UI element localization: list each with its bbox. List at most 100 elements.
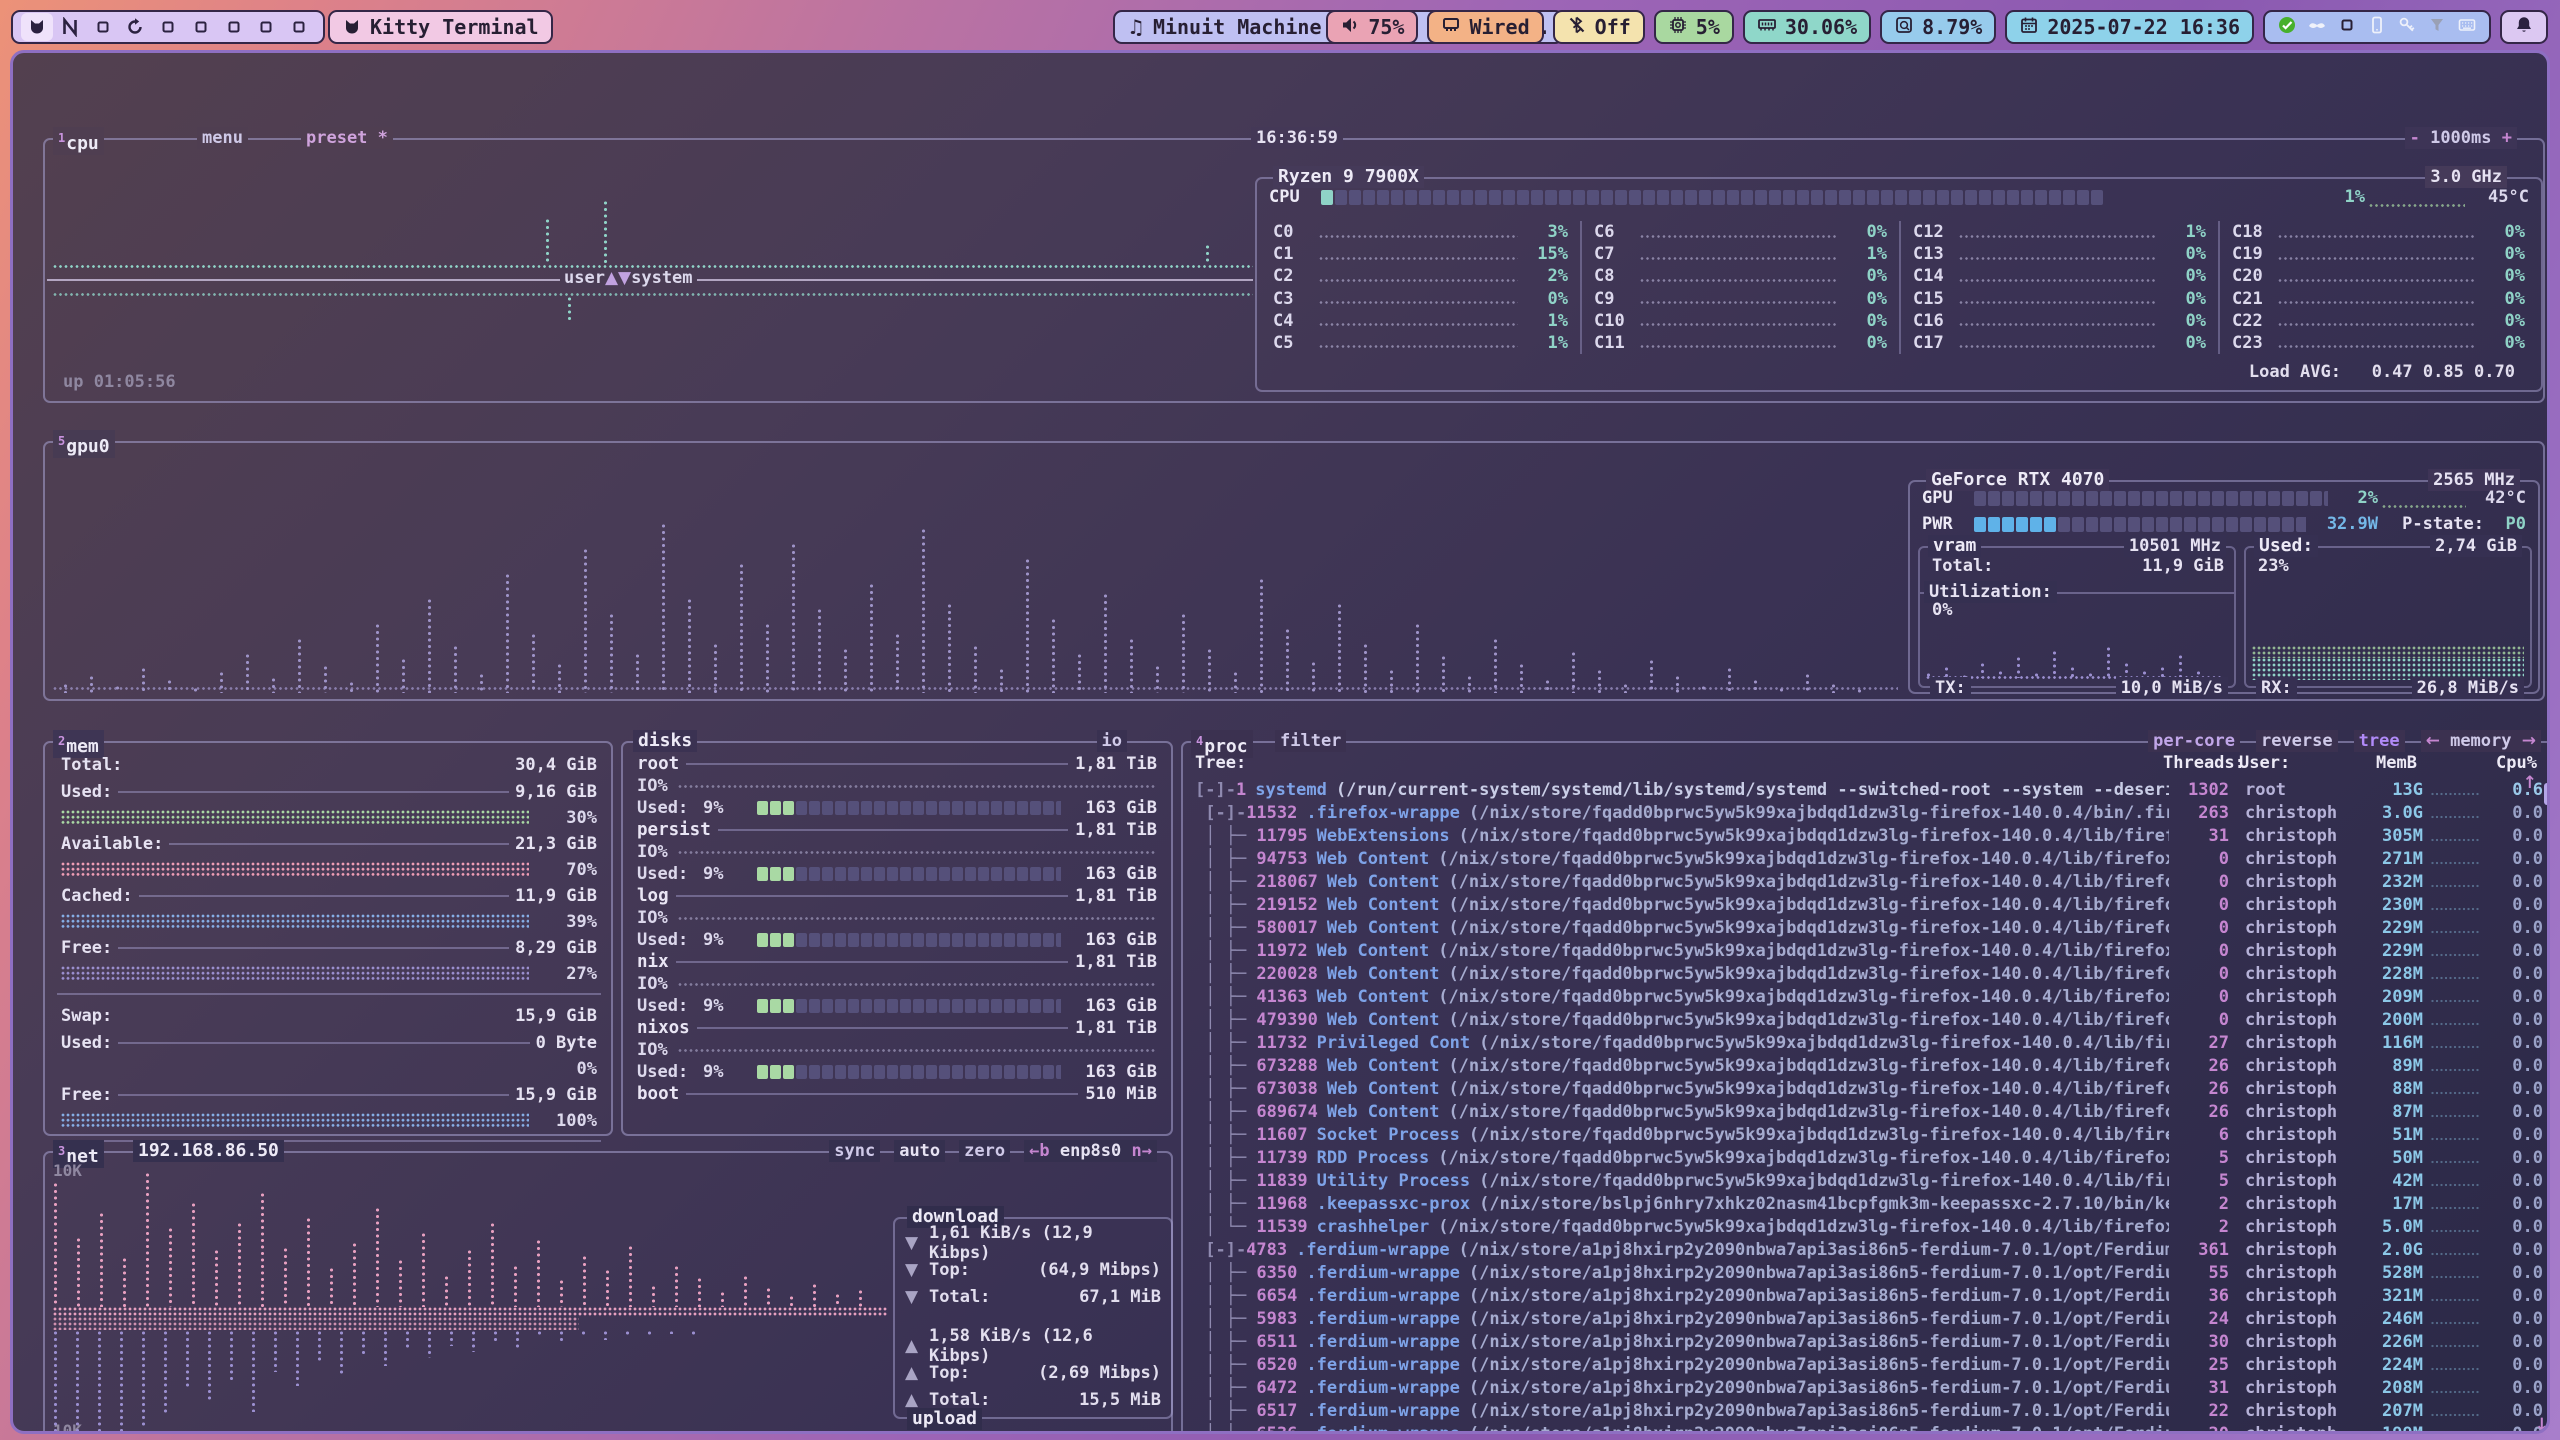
volume-widget[interactable]: 75%	[1326, 10, 1418, 44]
process-row[interactable]: │ ├─ 6472.ferdium-wrappe(/nix/store/a1pj…	[1189, 1377, 2543, 1400]
process-row[interactable]: │ ├─ 11968.keepassxc-prox(/nix/store/bsl…	[1189, 1193, 2543, 1216]
system-tray	[2263, 10, 2491, 44]
process-row[interactable]: │ ├─ 673038Web Content(/nix/store/fqadd0…	[1189, 1078, 2543, 1101]
process-row[interactable]: │ ├─ 220028Web Content(/nix/store/fqadd0…	[1189, 963, 2543, 986]
process-row[interactable]: │ └─ 11539crashhelper(/nix/store/fqadd0b…	[1189, 1216, 2543, 1239]
auto-button[interactable]: auto	[894, 1140, 945, 1162]
process-row[interactable]: │ ├─ 219152Web Content(/nix/store/fqadd0…	[1189, 894, 2543, 917]
process-row[interactable]: │ ├─ 479390Web Content(/nix/store/fqadd0…	[1189, 1009, 2543, 1032]
window-icon[interactable]	[87, 13, 119, 41]
download-speed: 1,61 KiB/s (12,9 Kibps)	[929, 1223, 1161, 1263]
core-usage-graph	[2278, 344, 2475, 349]
restart-icon[interactable]	[119, 13, 151, 41]
download-spike	[582, 1255, 587, 1307]
window-icon[interactable]	[250, 13, 282, 41]
core-usage-graph	[1319, 322, 1518, 327]
window-icon[interactable]	[2337, 15, 2357, 40]
neovim-icon[interactable]	[54, 13, 86, 41]
memory-widget[interactable]: 30.06%	[1743, 10, 1871, 44]
process-row[interactable]: │ ├─ 11739RDD Process(/nix/store/fqadd0b…	[1189, 1147, 2543, 1170]
gpu-vram-box: vram 10501 MHz Total:11,9 GiB Utilizatio…	[1918, 546, 2236, 688]
process-row[interactable]: [-]-4783.ferdium-wrappe(/nix/store/a1pj8…	[1189, 1239, 2543, 1262]
process-row[interactable]: │ ├─ 6350.ferdium-wrappe(/nix/store/a1pj…	[1189, 1262, 2543, 1285]
io-mode-button[interactable]: io	[1097, 730, 1127, 752]
process-row[interactable]: │ ├─ 41363Web Content(/nix/store/fqadd0b…	[1189, 986, 2543, 1009]
gpu-temperature: 42°C	[2470, 488, 2526, 508]
process-scrollbar[interactable]	[2544, 783, 2550, 805]
upload-spike	[581, 1330, 586, 1336]
process-row[interactable]: │ ├─ 6536.ferdium-wrappe(/nix/store/a1pj…	[1189, 1423, 2543, 1434]
download-spike	[628, 1245, 633, 1307]
check-circle-icon[interactable]	[2277, 15, 2297, 40]
mustache-icon[interactable]	[2307, 15, 2327, 40]
menu-button[interactable]: menu	[197, 127, 248, 149]
disk-widget[interactable]: 8.79%	[1880, 10, 1996, 44]
sort-column-switcher[interactable]: ← memory →	[2421, 730, 2541, 752]
process-row[interactable]: │ ├─ 580017Web Content(/nix/store/fqadd0…	[1189, 917, 2543, 940]
download-top: (64,9 Mibps)	[1038, 1260, 1161, 1280]
interface-switcher[interactable]: ←b enp8s0 n→	[1024, 1140, 1157, 1162]
gpu-graph-spike	[687, 598, 692, 693]
process-row[interactable]: │ ├─ 11795WebExtensions(/nix/store/fqadd…	[1189, 825, 2543, 848]
kitty-icon[interactable]	[21, 13, 53, 41]
disks-panel-title[interactable]: disks	[633, 730, 697, 752]
cpu-panel-title[interactable]: 1cpu	[53, 127, 104, 155]
download-spike	[812, 1283, 817, 1307]
core-usage-graph	[1640, 322, 1837, 327]
bluetooth-widget[interactable]: Off	[1553, 10, 1645, 44]
gpu-graph-spike	[1077, 653, 1082, 693]
tx-spike	[2124, 662, 2129, 678]
keyboard-icon[interactable]	[2457, 15, 2477, 40]
smartphone-icon[interactable]	[2367, 15, 2387, 40]
process-row[interactable]: │ ├─ 218067Web Content(/nix/store/fqadd0…	[1189, 871, 2543, 894]
active-window-title[interactable]: Kitty Terminal	[328, 10, 553, 44]
process-row[interactable]: │ ├─ 11839Utility Process(/nix/store/fqa…	[1189, 1170, 2543, 1193]
tx-value: 10,0 MiB/s	[2116, 677, 2228, 699]
download-spike	[214, 1249, 219, 1307]
process-row[interactable]: │ ├─ 6511.ferdium-wrappe(/nix/store/a1pj…	[1189, 1331, 2543, 1354]
gpu-graph-spike	[635, 653, 640, 693]
download-spike	[513, 1265, 518, 1307]
process-row[interactable]: │ ├─ 11732Privileged Cont(/nix/store/fqa…	[1189, 1032, 2543, 1055]
cpu-core-row: C60%	[1580, 221, 1899, 243]
update-interval-control[interactable]: - 1000ms +	[2405, 127, 2517, 149]
gpu-panel-title[interactable]: 5gpu0	[53, 430, 115, 458]
key-icon[interactable]	[2397, 15, 2417, 40]
download-spike	[283, 1247, 288, 1307]
upload-spike	[317, 1330, 322, 1362]
cpu-system-graph-line	[53, 292, 1253, 297]
process-row[interactable]: │ ├─ 6517.ferdium-wrappe(/nix/store/a1pj…	[1189, 1400, 2543, 1423]
clock-widget[interactable]: 2025-07-22 16:36	[2005, 10, 2254, 44]
gpu-graph-spike	[1025, 558, 1030, 693]
window-icon[interactable]	[218, 13, 250, 41]
cpu-widget[interactable]: 5%	[1654, 10, 1734, 44]
bell-icon	[2514, 15, 2534, 40]
gpu-used-box: Used: 2,74 GiB 23% RX: 26,8 MiB/s	[2244, 546, 2532, 688]
process-row[interactable]: │ ├─ 94753Web Content(/nix/store/fqadd0b…	[1189, 848, 2543, 871]
core-usage-graph	[2278, 278, 2475, 283]
process-row[interactable]: │ ├─ 6520.ferdium-wrappe(/nix/store/a1pj…	[1189, 1354, 2543, 1377]
process-row[interactable]: │ ├─ 11607Socket Process(/nix/store/fqad…	[1189, 1124, 2543, 1147]
window-icon[interactable]	[185, 13, 217, 41]
reverse-button[interactable]: reverse	[2256, 730, 2338, 752]
notification-bell[interactable]	[2500, 10, 2548, 44]
kitty-icon	[342, 17, 362, 37]
process-row[interactable]: [-]-11532.firefox-wrappe(/nix/store/fqad…	[1189, 802, 2543, 825]
tx-spike	[2052, 650, 2057, 678]
filter-button[interactable]: filter	[1275, 730, 1346, 752]
process-row[interactable]: │ ├─ 5983.ferdium-wrappe(/nix/store/a1pj…	[1189, 1308, 2543, 1331]
process-row[interactable]: │ ├─ 6654.ferdium-wrappe(/nix/store/a1pj…	[1189, 1285, 2543, 1308]
preset-button[interactable]: preset *	[301, 127, 393, 149]
process-row[interactable]: │ ├─ 673288Web Content(/nix/store/fqadd0…	[1189, 1055, 2543, 1078]
process-row[interactable]: [-]-1systemd(/run/current-system/systemd…	[1189, 779, 2543, 802]
gpu-pstate-label: P-state:	[2378, 514, 2484, 534]
funnel-icon[interactable]	[2427, 15, 2447, 40]
window-icon[interactable]	[152, 13, 184, 41]
zero-button[interactable]: zero	[959, 1140, 1010, 1162]
process-row[interactable]: │ ├─ 11972Web Content(/nix/store/fqadd0b…	[1189, 940, 2543, 963]
per-core-button[interactable]: per-core	[2148, 730, 2240, 752]
window-icon[interactable]	[283, 13, 315, 41]
network-widget[interactable]: Wired	[1427, 10, 1543, 44]
tree-button[interactable]: tree	[2354, 730, 2405, 752]
process-row[interactable]: │ ├─ 689674Web Content(/nix/store/fqadd0…	[1189, 1101, 2543, 1124]
